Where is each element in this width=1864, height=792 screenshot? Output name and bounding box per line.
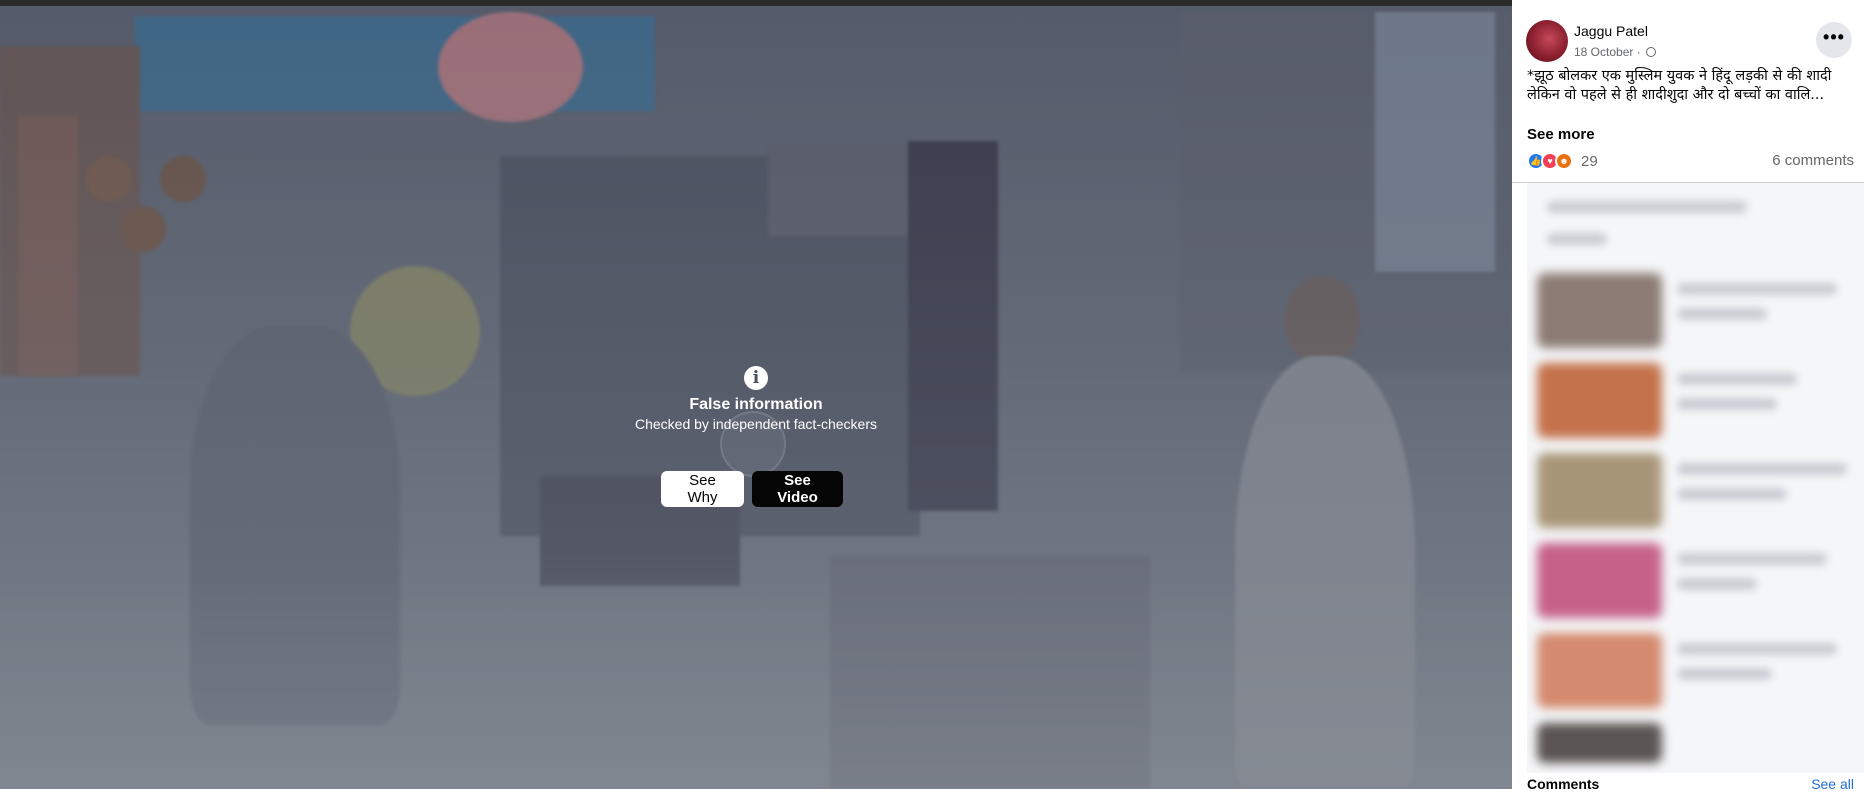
warning-title: False information (689, 396, 823, 413)
blurred-text (1677, 463, 1847, 475)
blurred-thumbnail (1537, 633, 1662, 708)
blurred-text (1677, 488, 1787, 500)
see-why-button[interactable]: See Why (661, 471, 744, 507)
info-icon: i (744, 366, 768, 390)
see-all-link[interactable]: See all (1811, 776, 1854, 792)
reactions-summary[interactable]: 👍 ♥ ☻ 29 (1527, 152, 1598, 170)
video-player[interactable]: i False information Checked by independe… (0, 6, 1512, 789)
blurred-text (1677, 373, 1797, 385)
blurred-text (1677, 668, 1772, 680)
blurred-text (1677, 578, 1757, 590)
false-information-warning: i False information Checked by independe… (0, 366, 1512, 432)
globe-icon (1646, 47, 1657, 57)
blurred-text (1547, 201, 1747, 213)
more-options-button[interactable]: ••• (1816, 22, 1852, 58)
avatar[interactable] (1526, 20, 1568, 62)
see-more-link[interactable]: See more (1527, 126, 1595, 143)
blurred-text (1677, 643, 1837, 655)
warning-subtitle: Checked by independent fact-checkers (634, 416, 878, 432)
blurred-thumbnail (1537, 363, 1662, 438)
blurred-text (1677, 398, 1777, 410)
reaction-count: 29 (1581, 152, 1598, 170)
post-sidebar: Jaggu Patel 18 October · ••• *झूठ बोलकर … (1512, 0, 1864, 792)
blurred-thumbnail (1537, 723, 1662, 763)
post-text: *झूठ बोलकर एक मुस्लिम युवक ने हिंदू लड़क… (1527, 68, 1832, 103)
blurred-thumbnail (1537, 543, 1662, 618)
comments-count-link[interactable]: 6 comments (1772, 152, 1854, 169)
warning-actions: See Why See Video (661, 471, 843, 507)
blurred-thumbnail (1537, 453, 1662, 528)
comments-section-label: Comments (1527, 776, 1600, 792)
angry-icon: ☻ (1555, 152, 1573, 170)
blurred-thumbnail (1537, 273, 1662, 348)
author-name[interactable]: Jaggu Patel (1574, 23, 1648, 39)
see-video-button[interactable]: See Video (752, 471, 843, 507)
blurred-suggested-content (1527, 183, 1864, 773)
post-date[interactable]: 18 October · (1574, 45, 1657, 59)
blurred-text (1677, 283, 1837, 295)
blurred-text (1677, 308, 1767, 320)
post-date-text: 18 October · (1574, 45, 1645, 59)
blurred-text (1547, 233, 1607, 245)
blurred-text (1677, 553, 1827, 565)
